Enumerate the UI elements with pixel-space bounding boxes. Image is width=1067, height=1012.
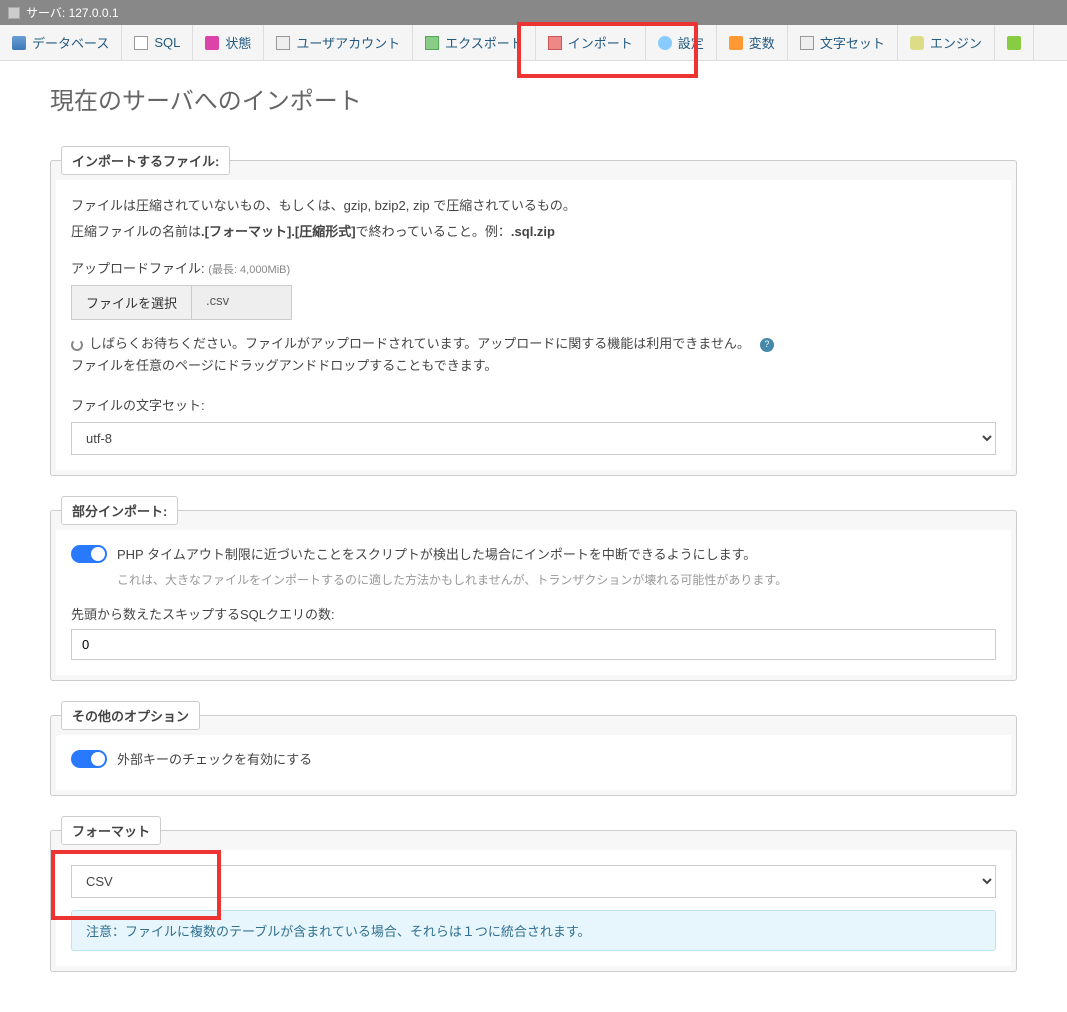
- other-options-section: その他のオプション 外部キーのチェックを有効にする: [50, 701, 1017, 797]
- file-section: インポートするファイル: ファイルは圧縮されていないもの、もしくは、gzip, …: [50, 146, 1017, 476]
- server-icon: [8, 7, 20, 19]
- file-desc-2: 圧縮ファイルの名前は.[フォーマット].[圧縮形式]で終わっていること。例：.s…: [71, 221, 996, 243]
- users-icon: [276, 36, 290, 50]
- partial-legend: 部分インポート:: [61, 496, 178, 525]
- format-notice: 注意：ファイルに複数のテーブルが含まれている場合、それらは１つに統合されます。: [71, 910, 996, 951]
- tab-database[interactable]: データベース: [0, 25, 122, 60]
- chosen-file-name: .csv: [192, 285, 292, 320]
- charset-icon: [800, 36, 814, 50]
- status-icon: [205, 36, 219, 50]
- tab-sql[interactable]: SQL: [122, 25, 193, 60]
- help-icon[interactable]: ?: [760, 338, 774, 352]
- choose-file-button[interactable]: ファイルを選択: [71, 285, 192, 320]
- tab-charset[interactable]: 文字セット: [788, 25, 898, 60]
- fk-check-toggle[interactable]: [71, 750, 107, 768]
- variables-icon: [729, 36, 743, 50]
- charset-label: ファイルの文字セット:: [71, 395, 996, 414]
- tab-import[interactable]: インポート: [536, 25, 646, 60]
- file-desc-1: ファイルは圧縮されていないもの、もしくは、gzip, bzip2, zip で圧…: [71, 195, 996, 217]
- import-icon: [548, 36, 562, 50]
- tab-export[interactable]: エクスポート: [413, 25, 536, 60]
- timeout-toggle-label: PHP タイムアウト制限に近づいたことをスクリプトが検出した場合にインポートを中…: [117, 545, 996, 565]
- export-icon: [425, 36, 439, 50]
- tab-variables[interactable]: 変数: [717, 25, 788, 60]
- sql-icon: [134, 36, 148, 50]
- upload-label: アップロードファイル: (最長: 4,000MiB): [71, 258, 996, 277]
- format-legend: フォーマット: [61, 816, 161, 845]
- tab-more[interactable]: [995, 25, 1034, 60]
- other-legend: その他のオプション: [61, 701, 200, 730]
- main-tabs: データベース SQL 状態 ユーザアカウント エクスポート インポート 設定 変…: [0, 25, 1067, 61]
- skip-input[interactable]: [71, 629, 996, 660]
- tab-settings[interactable]: 設定: [646, 25, 717, 60]
- server-bar: サーバ: 127.0.0.1: [0, 0, 1067, 25]
- timeout-toggle-hint: これは、大きなファイルをインポートするのに適した方法かもしれませんが、トランザク…: [117, 571, 996, 588]
- file-legend: インポートするファイル:: [61, 146, 230, 175]
- page-title: 現在のサーバへのインポート: [50, 81, 1017, 116]
- dragdrop-message: ファイルを任意のページにドラッグアンドドロップすることもできます。: [71, 355, 996, 377]
- settings-icon: [658, 36, 672, 50]
- format-select[interactable]: CSV: [71, 865, 996, 898]
- tab-engine[interactable]: エンジン: [898, 25, 995, 60]
- engine-icon: [910, 36, 924, 50]
- database-icon: [12, 36, 26, 50]
- skip-label: 先頭から数えたスキップするSQLクエリの数:: [71, 604, 996, 623]
- more-icon: [1007, 36, 1021, 50]
- uploading-message: しばらくお待ちください。ファイルがアップロードされています。アップロードに関する…: [71, 334, 996, 355]
- timeout-toggle[interactable]: [71, 545, 107, 563]
- partial-import-section: 部分インポート: PHP タイムアウト制限に近づいたことをスクリプトが検出した場…: [50, 496, 1017, 681]
- charset-select[interactable]: utf-8: [71, 422, 996, 455]
- tab-users[interactable]: ユーザアカウント: [264, 25, 413, 60]
- format-section: フォーマット CSV 注意：ファイルに複数のテーブルが含まれている場合、それらは…: [50, 816, 1017, 972]
- spinner-icon: [71, 339, 83, 351]
- server-label: サーバ: 127.0.0.1: [26, 4, 119, 21]
- tab-status[interactable]: 状態: [193, 25, 264, 60]
- fk-check-label: 外部キーのチェックを有効にする: [117, 750, 996, 770]
